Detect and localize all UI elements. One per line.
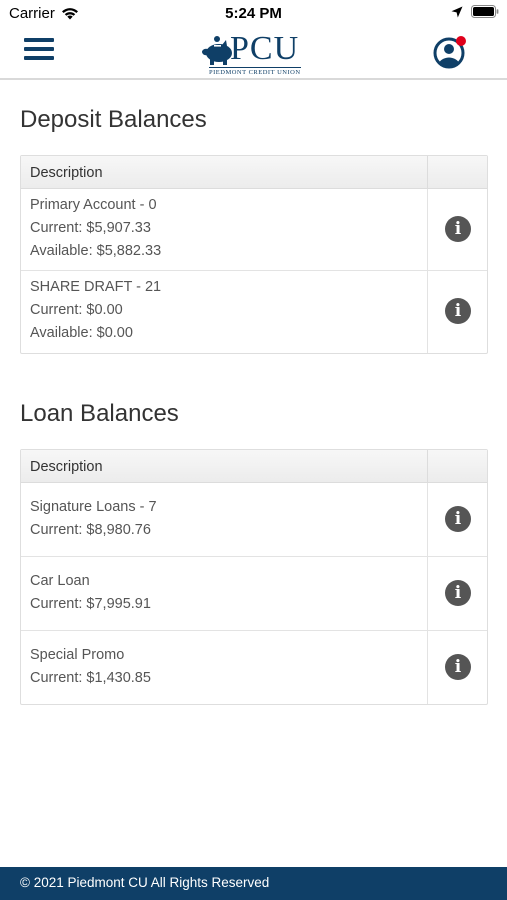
loan-balances-table: Description Signature Loans - 7 Current:… [20, 449, 488, 705]
deposit-balances-title: Deposit Balances [20, 106, 207, 133]
status-indicators [451, 5, 499, 18]
status-bar: Carrier 5:24 PM [0, 0, 507, 28]
info-icon[interactable]: i [445, 216, 471, 242]
logo-text: PCU [230, 30, 300, 67]
info-icon[interactable]: i [445, 580, 471, 606]
info-icon[interactable]: i [445, 654, 471, 680]
table-row[interactable]: SHARE DRAFT - 21 Current: $0.00 Availabl… [21, 271, 487, 353]
info-icon[interactable]: i [445, 298, 471, 324]
available-balance: Available: $5,882.33 [30, 243, 162, 259]
account-name: Primary Account - 0 [30, 197, 157, 213]
available-balance: Available: $0.00 [30, 325, 133, 341]
table-row[interactable]: Car Loan Current: $7,995.91 i [21, 557, 487, 631]
clock: 5:24 PM [225, 5, 282, 22]
current-balance: Current: $0.00 [30, 302, 123, 318]
logo-subtitle: PIEDMONT CREDIT UNION [209, 67, 301, 76]
notification-dot [456, 36, 466, 46]
footer: © 2021 Piedmont CU All Rights Reserved [0, 867, 507, 900]
account-name: SHARE DRAFT - 21 [30, 279, 162, 295]
table-header: Description [21, 156, 487, 189]
current-balance: Current: $5,907.33 [30, 220, 151, 236]
deposit-balances-table: Description Primary Account - 0 Current:… [20, 155, 488, 354]
copyright-text: © 2021 Piedmont CU All Rights Reserved [20, 875, 270, 890]
current-balance: Current: $7,995.91 [30, 596, 151, 612]
loan-name: Car Loan [30, 573, 90, 589]
user-profile-icon[interactable] [433, 35, 467, 69]
table-header: Description [21, 450, 487, 483]
description-column-header: Description [30, 459, 103, 475]
pcu-logo: PCU PIEDMONT CREDIT UNION [200, 30, 310, 76]
table-row[interactable]: Primary Account - 0 Current: $5,907.33 A… [21, 189, 487, 271]
app-header: PCU PIEDMONT CREDIT UNION [0, 28, 507, 80]
loan-balances-title: Loan Balances [20, 400, 179, 427]
loan-name: Signature Loans - 7 [30, 499, 157, 515]
info-icon[interactable]: i [445, 506, 471, 532]
battery-icon [471, 5, 499, 18]
table-row[interactable]: Special Promo Current: $1,430.85 i [21, 631, 487, 704]
current-balance: Current: $1,430.85 [30, 670, 151, 686]
description-column-header: Description [30, 165, 103, 181]
hamburger-menu-icon[interactable] [24, 38, 54, 62]
table-row[interactable]: Signature Loans - 7 Current: $8,980.76 i [21, 483, 487, 557]
current-balance: Current: $8,980.76 [30, 522, 151, 538]
location-arrow-icon [451, 6, 463, 17]
loan-name: Special Promo [30, 647, 125, 663]
